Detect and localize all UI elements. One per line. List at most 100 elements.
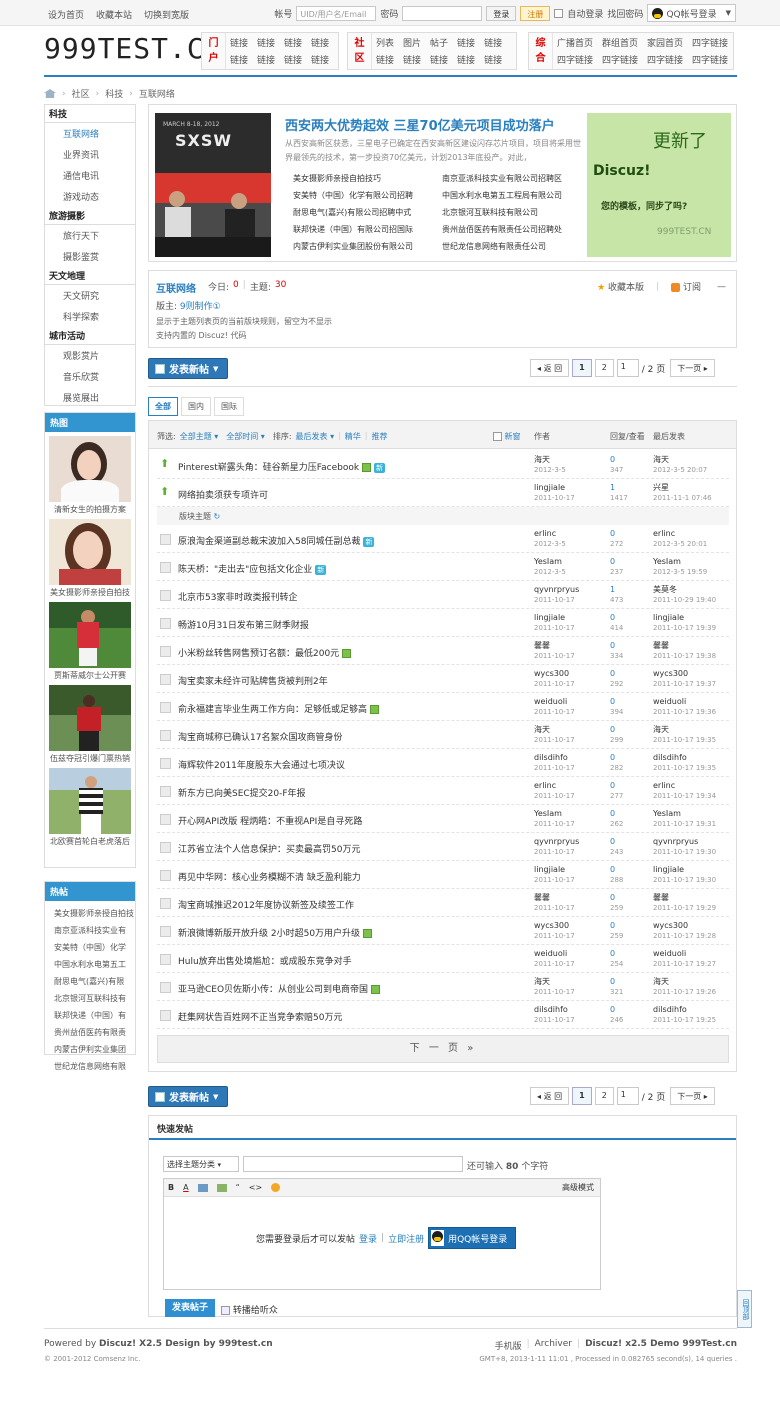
sidebar-item[interactable]: 天文研究 bbox=[45, 285, 135, 306]
tab-domestic[interactable]: 国内 bbox=[181, 397, 211, 416]
sidebar-item[interactable]: 游戏动态 bbox=[45, 186, 135, 207]
breadcrumb-forum[interactable]: 互联网络 bbox=[139, 87, 175, 100]
lastpost-user[interactable]: 馨馨 bbox=[653, 893, 716, 903]
featured-title[interactable]: 西安两大优势起效 三星70亿美元项目成功落户 bbox=[285, 115, 555, 134]
nav-group-heading[interactable]: 门户 bbox=[202, 33, 226, 69]
reply-count[interactable]: 0 bbox=[610, 455, 623, 465]
lastpost-user[interactable]: 馨馨 bbox=[653, 641, 716, 651]
table-row[interactable]: 江苏省立法个人信息保护：买卖最高罚50万元 qyvnrpryus 2011-10-1… bbox=[157, 833, 729, 861]
reply-count[interactable]: 0 bbox=[610, 949, 623, 959]
author-name[interactable]: wycs300 bbox=[534, 669, 575, 679]
reply-count[interactable]: 0 bbox=[610, 725, 623, 735]
nav-link[interactable]: 链接 bbox=[257, 36, 275, 49]
nav-link[interactable]: 链接 bbox=[311, 36, 329, 49]
next-page-button[interactable]: 下一页 ▸ bbox=[670, 1087, 715, 1105]
hot-pic-item[interactable]: 北欧赛首轮白老虎落后 bbox=[45, 768, 135, 847]
quick-login-link[interactable]: 登录 bbox=[359, 1232, 377, 1245]
set-home-link[interactable]: 设为首页 bbox=[48, 8, 84, 21]
nav-link[interactable]: 图片 bbox=[403, 36, 421, 49]
lastpost-user[interactable]: qyvnrpryus bbox=[653, 837, 716, 847]
password-input[interactable] bbox=[402, 5, 483, 21]
author-name[interactable]: qyvnrpryus bbox=[534, 837, 579, 847]
back-to-top-button[interactable]: 回顶部 bbox=[737, 1290, 752, 1328]
sort-latest[interactable]: 最后发表 ▾ bbox=[296, 431, 335, 442]
bookmark-link[interactable]: 收藏本站 bbox=[96, 8, 132, 21]
featured-link[interactable]: 安美特（中国）化学有限公司招聘 bbox=[293, 190, 434, 201]
author-name[interactable]: erlinc bbox=[534, 529, 566, 539]
submit-post-button[interactable]: 发表帖子 bbox=[165, 1299, 215, 1317]
reply-count[interactable]: 0 bbox=[610, 753, 623, 763]
nav-link[interactable]: 四字链接 bbox=[692, 36, 728, 49]
hot-post-item[interactable]: 中国水利水电第五工 bbox=[45, 956, 135, 973]
featured-link[interactable]: 贵州益佰医药有限责任公司招聘处 bbox=[442, 224, 583, 235]
thread-title[interactable]: 畅游10月31日发布第三财季财报 bbox=[178, 618, 309, 631]
thread-title[interactable]: 网络拍卖须获专项许可 bbox=[178, 488, 268, 501]
filter-all-threads[interactable]: 全部主题 ▾ bbox=[180, 431, 219, 442]
hot-post-item[interactable]: 美女摄影师亲授自拍技 bbox=[45, 905, 135, 922]
reply-count[interactable]: 0 bbox=[610, 977, 623, 987]
reply-count[interactable]: 1 bbox=[610, 585, 623, 595]
new-post-button-bottom[interactable]: 发表新帖 ▼ bbox=[148, 1086, 228, 1107]
thread-title[interactable]: 海辉软件2011年度股东大会通过七项决议 bbox=[178, 758, 345, 771]
footer-mobile-link[interactable]: 手机版 bbox=[495, 1339, 522, 1352]
thread-title[interactable]: 江苏省立法个人信息保护：买卖最高罚50万元 bbox=[178, 842, 360, 855]
sidebar-item[interactable]: 业界资讯 bbox=[45, 144, 135, 165]
thread-title[interactable]: 淘宝商城称已确认17名絮众国攻商管身份 bbox=[178, 730, 342, 743]
sidebar-group-3[interactable]: 天文地理 bbox=[45, 267, 135, 285]
hot-post-item[interactable]: 内蒙古伊利实业集团 bbox=[45, 1041, 135, 1058]
filter-digest[interactable]: 精华 bbox=[345, 431, 361, 442]
author-name[interactable]: weiduoli bbox=[534, 949, 575, 959]
lastpost-user[interactable]: YesIam bbox=[653, 809, 716, 819]
table-row[interactable]: ⬆ Pinterest崭露头角：硅谷新星力压Facebook 新海天 2012-3-5… bbox=[157, 451, 729, 479]
lastpost-user[interactable]: 海天 bbox=[653, 725, 716, 735]
hot-post-item[interactable]: 世纪龙信息网络有限 bbox=[45, 1058, 135, 1075]
table-row[interactable]: Hulu放弃出售处境尴尬：或成股东竞争对手 weiduoli 2011-10-17 0… bbox=[157, 945, 729, 973]
thread-title[interactable]: 开心网API改版 程炳皓：不重视API是自寻死路 bbox=[178, 814, 362, 827]
subject-input[interactable] bbox=[243, 1156, 463, 1172]
reply-count[interactable]: 0 bbox=[610, 697, 623, 707]
advanced-mode-link[interactable]: 高级模式 bbox=[562, 1182, 594, 1193]
lastpost-user[interactable]: lingjiale bbox=[653, 613, 716, 623]
lastpost-time[interactable]: 2011-10-17 19:30 bbox=[653, 847, 716, 857]
reply-count[interactable]: 0 bbox=[610, 669, 623, 679]
nav-link[interactable]: 链接 bbox=[430, 53, 448, 66]
nav-link[interactable]: 链接 bbox=[257, 53, 275, 66]
table-row[interactable]: 北京市53家非时政类报刊转企 qyvnrpryus 2011-10-17 1 473 美莫… bbox=[157, 581, 729, 609]
nav-link[interactable]: 列表 bbox=[376, 36, 394, 49]
featured-link[interactable]: 耐思电气(嘉兴)有限公司招聘中式 bbox=[293, 207, 434, 218]
footer-archiver-link[interactable]: Archiver bbox=[535, 1339, 572, 1352]
table-row[interactable]: 海辉软件2011年度股东大会通过七项决议 dilsdihfo 2011-10-17 0… bbox=[157, 749, 729, 777]
footer-site-name[interactable]: Discuz! x2.5 Demo 999Test.cn bbox=[585, 1339, 737, 1352]
rss-button[interactable]: 订阅 bbox=[671, 280, 701, 293]
lastpost-time[interactable]: 2011-10-17 19:27 bbox=[653, 959, 716, 969]
find-password-link[interactable]: 找回密码 bbox=[607, 7, 643, 20]
nav-link[interactable]: 四字链接 bbox=[647, 53, 683, 66]
nav-link[interactable]: 链接 bbox=[284, 36, 302, 49]
new-window-checkbox[interactable] bbox=[493, 432, 502, 441]
nav-link[interactable]: 四字链接 bbox=[692, 53, 728, 66]
hot-post-item[interactable]: 耐思电气(嘉兴)有限 bbox=[45, 973, 135, 990]
author-name[interactable]: YesIam bbox=[534, 809, 575, 819]
breadcrumb-tech[interactable]: 科技 bbox=[105, 87, 123, 100]
lastpost-user[interactable]: erlinc bbox=[653, 781, 716, 791]
sidebar-item[interactable]: 科学探索 bbox=[45, 306, 135, 327]
author-name[interactable]: YesIam bbox=[534, 557, 566, 567]
hot-post-item[interactable]: 安美特（中国）化学 bbox=[45, 939, 135, 956]
reply-count[interactable]: 0 bbox=[610, 781, 623, 791]
featured-link[interactable]: 北京银河互联科技有限公司 bbox=[442, 207, 583, 218]
nav-link[interactable]: 链接 bbox=[403, 53, 421, 66]
author-name[interactable]: 海天 bbox=[534, 725, 575, 735]
breadcrumb-community[interactable]: 社区 bbox=[72, 87, 90, 100]
reply-count[interactable]: 0 bbox=[610, 809, 623, 819]
table-row[interactable]: 亚马逊CEO贝佐斯小传：从创业公司到电商帝国 海天 2011-10-17 0 321 海天… bbox=[157, 973, 729, 1001]
moderator-link[interactable]: 9则制作① bbox=[180, 302, 221, 312]
font-color-icon[interactable]: A bbox=[183, 1183, 188, 1192]
lastpost-time[interactable]: 2011-10-17 19:38 bbox=[653, 651, 716, 661]
lastpost-time[interactable]: 2011-11-1 07:46 bbox=[653, 493, 712, 503]
nav-link[interactable]: 四字链接 bbox=[557, 53, 593, 66]
sidebar-item[interactable]: 通信电讯 bbox=[45, 165, 135, 186]
featured-link[interactable]: 美女摄影师亲授自拍技巧 bbox=[293, 173, 434, 184]
account-input[interactable]: UID/用户名/Email bbox=[296, 5, 377, 21]
thread-title[interactable]: 淘宝卖家未经许可贴牌售货被判刑2年 bbox=[178, 674, 328, 687]
auto-login-checkbox[interactable] bbox=[554, 8, 564, 18]
